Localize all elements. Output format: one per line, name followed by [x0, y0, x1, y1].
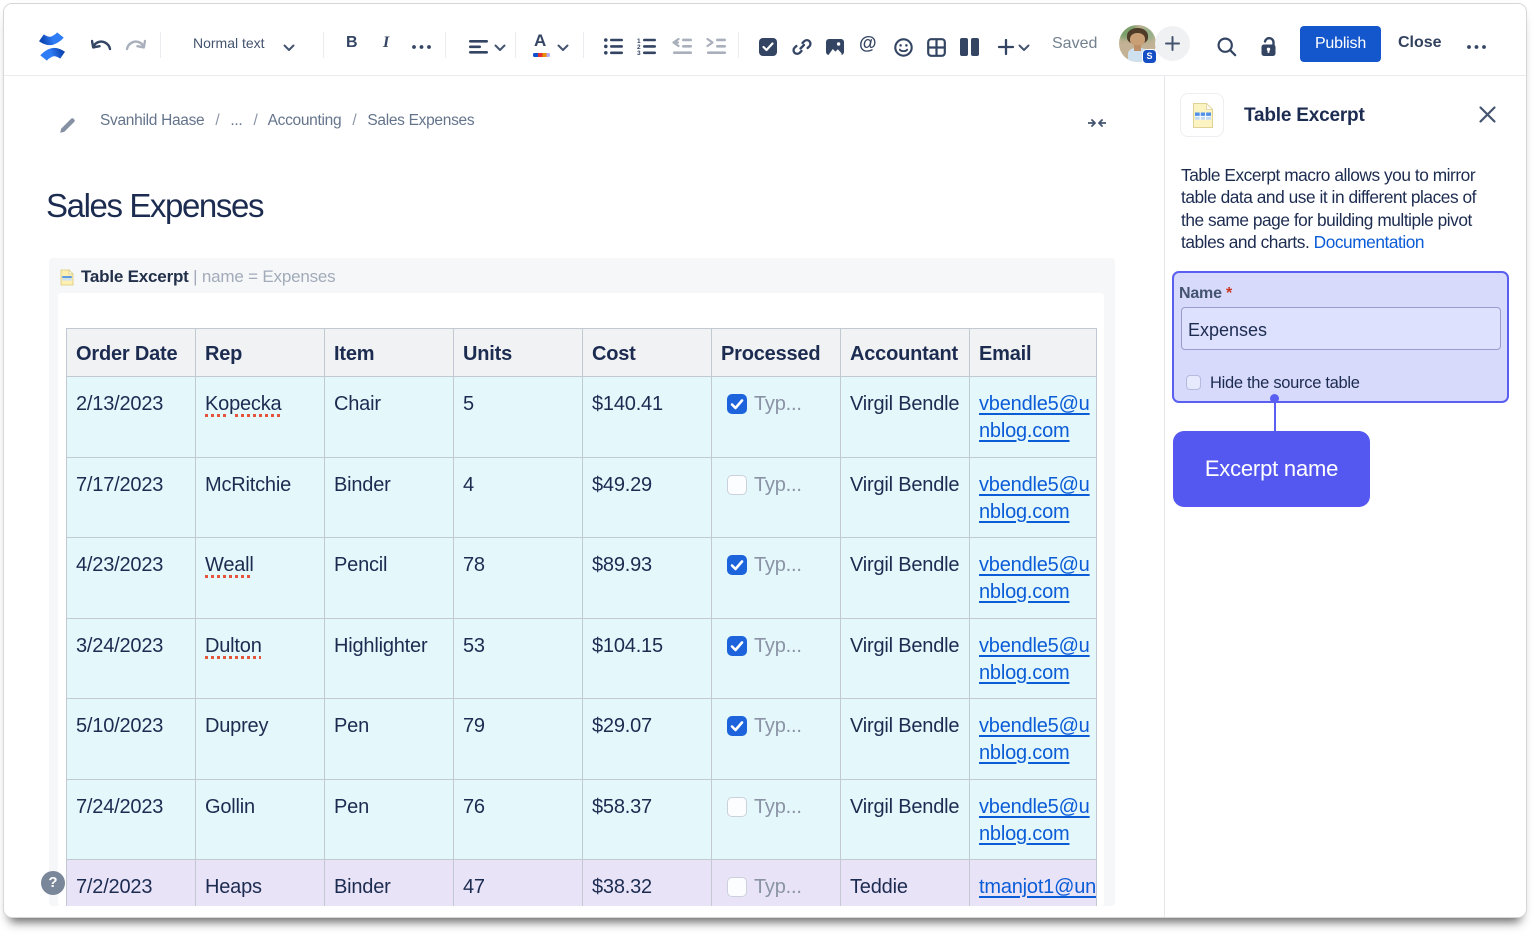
svg-text:3: 3 — [637, 50, 641, 55]
